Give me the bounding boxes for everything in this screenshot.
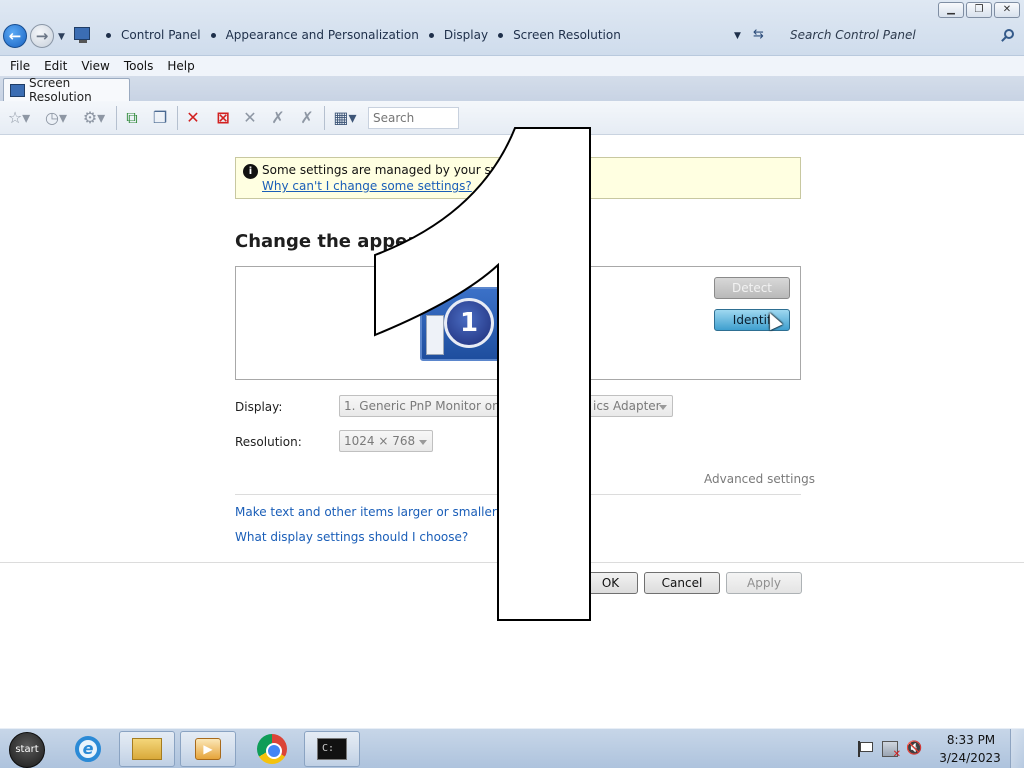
start-button[interactable]: start: [9, 732, 45, 768]
search-icon[interactable]: [1004, 29, 1014, 39]
history-icon[interactable]: ◷▾: [40, 107, 72, 129]
toolbar-separator: [177, 106, 178, 130]
taskbar: start e ▶ C: 🔇 8:33 PM 3/24/2023: [0, 728, 1024, 768]
breadcrumb-separator: [428, 32, 434, 38]
breadcrumb: Control Panel Appearance and Personaliza…: [96, 28, 621, 42]
display-settings-help-link[interactable]: What display settings should I choose?: [235, 530, 468, 544]
menu-file[interactable]: File: [10, 59, 30, 73]
forward-button[interactable]: →: [30, 24, 54, 48]
toolbar-separator: [324, 106, 325, 130]
tab-strip: Screen Resolution: [0, 76, 1024, 104]
window-controls: ▁ ❐ ✕: [938, 2, 1020, 18]
menu-edit[interactable]: Edit: [44, 59, 67, 73]
ok-button[interactable]: OK: [583, 572, 638, 594]
larger-text-link[interactable]: Make text and other items larger or smal…: [235, 505, 497, 519]
disabled-strike-icon: ✗: [300, 108, 314, 127]
divider: [235, 494, 801, 495]
toolbar-search-input[interactable]: [368, 107, 459, 129]
breadcrumb-screen-resolution[interactable]: Screen Resolution: [513, 28, 621, 42]
close-button[interactable]: ✕: [994, 2, 1020, 18]
close-red-x-icon[interactable]: ✕: [181, 107, 205, 129]
breadcrumb-control-panel[interactable]: Control Panel: [121, 28, 201, 42]
tab-screen-resolution[interactable]: Screen Resolution: [3, 76, 130, 104]
toolbar: ☆▾ ◷▾ ⚙▾ ⧉ ❐ ✕ ⊠ ✕ ✗ ✗ ▦▾: [0, 101, 1024, 135]
cmd-icon: C:: [317, 738, 347, 760]
advanced-settings-link[interactable]: Advanced settings: [704, 472, 815, 486]
network-icon[interactable]: [882, 741, 901, 760]
divider: [0, 562, 1024, 563]
tab-label: Screen Resolution: [28, 76, 92, 104]
taskbar-explorer[interactable]: [119, 731, 175, 767]
info-message: Some settings are managed by your system: [262, 163, 528, 177]
info-icon: i: [243, 164, 258, 179]
back-arrow-icon: ←: [8, 27, 22, 45]
explorer-icon: [132, 738, 162, 760]
control-panel-icon: [74, 27, 90, 43]
chevron-down-icon: [659, 405, 667, 410]
control-panel-search-input[interactable]: Search Control Panel: [784, 24, 1020, 48]
ie-icon: e: [75, 736, 101, 762]
taskbar-media-player[interactable]: ▶: [180, 731, 236, 767]
display-select[interactable]: 1. Generic PnP Monitor on Sta ics Adapte…: [339, 395, 673, 417]
menu-tools[interactable]: Tools: [124, 59, 154, 73]
favorites-star-icon[interactable]: ☆▾: [4, 107, 34, 129]
toolbar-separator: [116, 106, 117, 130]
chevron-down-icon: [419, 440, 427, 445]
recent-pages-dropdown[interactable]: ▼: [58, 32, 65, 42]
display-select-value-tail: ics Adapter: [593, 399, 661, 413]
clock-time[interactable]: 8:33 PM: [942, 733, 1000, 747]
volume-muted-icon[interactable]: 🔇: [906, 741, 922, 757]
close-window-icon[interactable]: ⊠: [210, 107, 236, 129]
new-window-icon[interactable]: ⧉: [120, 107, 144, 129]
info-banner: i Some settings are managed by your syst…: [235, 157, 801, 199]
minimize-button[interactable]: ▁: [938, 2, 964, 18]
address-dropdown-icon[interactable]: ▼: [734, 31, 741, 41]
breadcrumb-appearance[interactable]: Appearance and Personalization: [226, 28, 419, 42]
breadcrumb-separator: [210, 32, 216, 38]
back-button[interactable]: ←: [3, 24, 27, 48]
view-options-icon[interactable]: ▦▾: [328, 107, 362, 129]
breadcrumb-separator: [106, 32, 111, 38]
menu-view[interactable]: View: [81, 59, 109, 73]
cancel-button[interactable]: Cancel: [644, 572, 720, 594]
media-player-icon: ▶: [195, 738, 221, 760]
taskbar-cmd[interactable]: C:: [304, 731, 360, 767]
breadcrumb-separator: [498, 32, 504, 38]
monitor-window-preview: [426, 315, 444, 355]
forward-arrow-icon: →: [35, 27, 49, 45]
detect-button[interactable]: Detect: [714, 277, 790, 299]
disabled-x-icon: ✕: [243, 108, 257, 127]
why-cant-change-link[interactable]: Why can't I change some settings?: [262, 179, 472, 193]
clock-date[interactable]: 3/24/2023: [938, 751, 1002, 765]
breadcrumb-display[interactable]: Display: [444, 28, 488, 42]
resolution-label: Resolution:: [235, 435, 302, 449]
restore-button[interactable]: ❐: [966, 2, 992, 18]
chrome-icon: [257, 734, 287, 764]
menu-help[interactable]: Help: [167, 59, 194, 73]
monitor-icon: [10, 83, 25, 97]
settings-gears-icon[interactable]: ⚙▾: [78, 107, 110, 129]
taskbar-ie[interactable]: e: [60, 731, 116, 767]
monitor-thumbnail[interactable]: 1: [420, 287, 500, 361]
menu-bar: File Edit View Tools Help: [0, 56, 1024, 76]
page-heading: Change the appea: [235, 231, 420, 252]
show-desktop-button[interactable]: [1010, 729, 1024, 768]
monitor-number-badge: 1: [444, 298, 494, 348]
display-select-value: 1. Generic PnP Monitor on Sta: [344, 399, 524, 413]
window-titlebar: ▁ ❐ ✕ ← → ▼ Control Panel Appearance and…: [0, 0, 1024, 56]
disabled-cross-icon: ✗: [271, 108, 285, 127]
cascade-windows-icon[interactable]: ❐: [148, 107, 172, 129]
display-label: Display:: [235, 400, 283, 414]
apply-button[interactable]: Apply: [726, 572, 802, 594]
flag-icon[interactable]: [858, 741, 874, 757]
resolution-select-value: 1024 × 768: [344, 434, 416, 448]
taskbar-chrome[interactable]: [244, 731, 300, 767]
resolution-select[interactable]: 1024 × 768: [339, 430, 433, 452]
refresh-icon[interactable]: ⇆: [753, 27, 764, 42]
system-tray: 🔇 8:33 PM 3/24/2023: [852, 729, 1024, 768]
